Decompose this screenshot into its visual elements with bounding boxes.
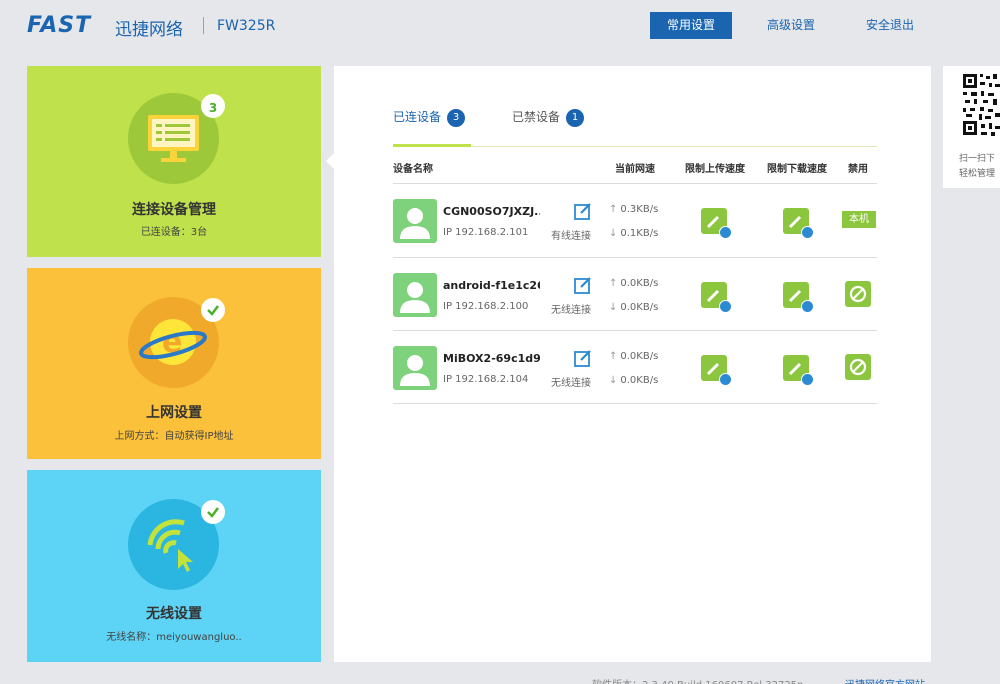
- brand-name: 迅捷网络: [115, 20, 183, 40]
- disable-device-button[interactable]: [845, 281, 871, 307]
- download-speed: ↓ 0.0KB/s: [609, 375, 658, 386]
- qr-hint-line1: 扫一扫下: [959, 154, 996, 164]
- nav-advanced-settings-button[interactable]: 高级设置: [751, 12, 831, 39]
- limit-upload-button[interactable]: [701, 355, 732, 386]
- device-avatar-icon: [393, 273, 437, 317]
- tab-connected-label: 已连设备: [393, 110, 442, 124]
- download-speed: ↓ 0.1KB/s: [609, 228, 658, 239]
- fast-logo: FAST: [27, 13, 92, 38]
- upload-speed-value: 0.3KB/s: [620, 204, 659, 215]
- active-tab-indicator: [393, 144, 471, 147]
- upload-speed: ↑ 0.0KB/s: [609, 278, 658, 289]
- tab-blocked-devices[interactable]: 已禁设备 1: [512, 108, 585, 127]
- device-ip: IP 192.168.2.104: [443, 374, 529, 385]
- device-avatar-icon: [393, 346, 437, 390]
- col-disable: 禁用: [848, 164, 868, 175]
- download-arrow-icon: [801, 226, 814, 239]
- download-speed: ↓ 0.0KB/s: [609, 302, 658, 313]
- up-arrow-icon: ↑: [609, 204, 618, 215]
- tile-device-management-title: 连接设备管理: [132, 202, 216, 218]
- tile-internet-settings[interactable]: e 上网设置 上网方式：自动获得IP地址: [27, 268, 321, 459]
- tab-blocked-count: 1: [566, 108, 585, 127]
- model-name: FW325R: [217, 18, 276, 34]
- col-download-limit: 限制下载速度: [767, 164, 827, 175]
- nav-logout-button[interactable]: 安全退出: [850, 12, 930, 39]
- header-divider: [203, 17, 204, 34]
- download-speed-value: 0.0KB/s: [620, 302, 659, 313]
- row-divider: [393, 403, 877, 404]
- table-row: android-f1e1c268cbac IP 192.168.2.100 无线…: [393, 258, 877, 331]
- down-arrow-icon: ↓: [609, 228, 618, 239]
- connected-count-badge: 3: [201, 94, 225, 118]
- device-avatar-icon: [393, 199, 437, 243]
- download-speed-value: 0.0KB/s: [620, 375, 659, 386]
- upload-speed: ↑ 0.3KB/s: [609, 204, 658, 215]
- firmware-version: 软件版本：2.3.40 Build 160607 Rel.32725n: [592, 676, 803, 684]
- table-row: MiBOX2-69c1d9068... IP 192.168.2.104 无线连…: [393, 331, 877, 404]
- panel-pointer: [326, 151, 336, 171]
- tab-blocked-label: 已禁设备: [512, 110, 561, 124]
- tab-connected-devices[interactable]: 已连设备 3: [393, 108, 466, 127]
- table-row: CGN00SO7JXZJ... IP 192.168.2.101 有线连接 ↑ 0…: [393, 184, 877, 257]
- download-arrow-icon: [801, 300, 814, 313]
- connection-type: 无线连接: [551, 305, 591, 316]
- connection-type: 有线连接: [551, 231, 591, 242]
- qr-code-icon: [963, 74, 1000, 136]
- upload-arrow-icon: [719, 373, 732, 386]
- disable-device-button[interactable]: [845, 354, 871, 380]
- edit-icon[interactable]: [573, 348, 593, 368]
- upload-speed-value: 0.0KB/s: [620, 278, 659, 289]
- col-current-speed: 当前网速: [615, 164, 655, 175]
- top-header: FAST 迅捷网络 FW325R 常用设置 高级设置 安全退出: [0, 0, 1000, 54]
- edit-icon[interactable]: [573, 201, 593, 221]
- download-arrow-icon: [801, 373, 814, 386]
- col-upload-limit: 限制上传速度: [685, 164, 745, 175]
- device-ip: IP 192.168.2.101: [443, 227, 529, 238]
- tile-wireless-settings-title: 无线设置: [146, 606, 202, 622]
- device-ip: IP 192.168.2.100: [443, 301, 529, 312]
- device-name: android-f1e1c268cbac: [443, 279, 540, 292]
- internet-ok-check-icon: [201, 298, 225, 322]
- tab-connected-count: 3: [447, 108, 466, 127]
- local-device-tag: 本机: [842, 211, 876, 228]
- upload-arrow-icon: [719, 300, 732, 313]
- limit-upload-button[interactable]: [701, 208, 732, 239]
- tile-device-management[interactable]: 3 连接设备管理 已连设备：3台: [27, 66, 321, 257]
- limit-download-button[interactable]: [783, 355, 814, 386]
- up-arrow-icon: ↑: [609, 278, 618, 289]
- download-speed-value: 0.1KB/s: [620, 228, 659, 239]
- connection-type: 无线连接: [551, 378, 591, 389]
- tile-internet-settings-subtitle: 上网方式：自动获得IP地址: [114, 431, 234, 442]
- down-arrow-icon: ↓: [609, 375, 618, 386]
- upload-speed: ↑ 0.0KB/s: [609, 351, 658, 362]
- block-icon: [849, 285, 867, 303]
- upload-speed-value: 0.0KB/s: [620, 351, 659, 362]
- wireless-ok-check-icon: [201, 500, 225, 524]
- limit-download-button[interactable]: [783, 282, 814, 313]
- limit-download-button[interactable]: [783, 208, 814, 239]
- tile-internet-settings-title: 上网设置: [146, 405, 202, 421]
- nav-common-settings-button[interactable]: 常用设置: [650, 12, 732, 39]
- qr-hint-line2: 轻松管理: [959, 169, 996, 179]
- col-device-name: 设备名称: [393, 164, 433, 175]
- upload-arrow-icon: [719, 226, 732, 239]
- tile-wireless-settings-subtitle: 无线名称：meiyouwangluo..: [106, 632, 242, 643]
- block-icon: [849, 358, 867, 376]
- official-site-link[interactable]: 迅捷网络官方网站: [845, 676, 925, 684]
- edit-icon[interactable]: [573, 275, 593, 295]
- device-name: MiBOX2-69c1d9068...: [443, 352, 540, 365]
- tile-device-management-subtitle: 已连设备：3台: [140, 227, 208, 238]
- device-name: CGN00SO7JXZJ...: [443, 205, 540, 218]
- limit-upload-button[interactable]: [701, 282, 732, 313]
- up-arrow-icon: ↑: [609, 351, 618, 362]
- tile-wireless-settings[interactable]: 无线设置 无线名称：meiyouwangluo..: [27, 470, 321, 662]
- down-arrow-icon: ↓: [609, 302, 618, 313]
